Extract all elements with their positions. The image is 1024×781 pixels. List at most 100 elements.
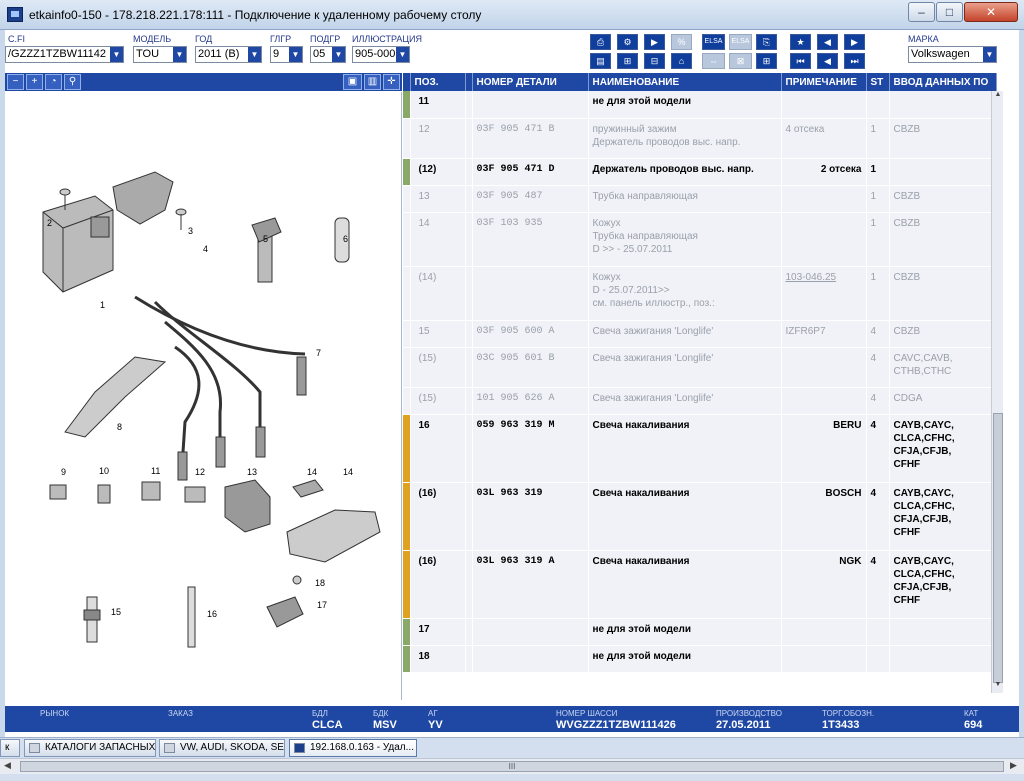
- callout-label[interactable]: 16: [207, 609, 217, 619]
- year-select[interactable]: 2011 (B) ▼: [195, 46, 262, 63]
- callout-label[interactable]: 3: [188, 226, 193, 236]
- callout-label[interactable]: 1: [100, 300, 105, 310]
- cell-name: Свеча накаливания: [588, 482, 782, 551]
- callout-label[interactable]: 14: [343, 467, 353, 477]
- table-row[interactable]: 16 059 963 319 M Свеча накаливания BERU 4 CAY…: [403, 414, 997, 483]
- zoom-out-icon[interactable]: −: [7, 74, 24, 90]
- table-row[interactable]: 12 03F 905 471 Bпружинный зажим Держатель…: [403, 118, 997, 159]
- table-row[interactable]: (15) 03C 905 601 B Свеча зажигания 'Longli…: [403, 347, 997, 388]
- copy-icon[interactable]: ⊠: [729, 53, 752, 69]
- cell-note[interactable]: 103-046.25: [781, 266, 867, 321]
- header-name[interactable]: НАИМЕНОВАНИЕ: [588, 73, 782, 91]
- key-icon[interactable]: ⊞: [617, 53, 638, 69]
- vertical-scrollbar[interactable]: ▲ ▼: [991, 91, 1003, 693]
- table-row[interactable]: 13 03F 905 487 Трубка направляющая 1 CBZB: [403, 185, 997, 213]
- callout-label[interactable]: 7: [316, 348, 321, 358]
- cart-icon[interactable]: ⎘: [756, 34, 777, 50]
- glgr-select[interactable]: 9 ▼: [270, 46, 303, 63]
- link-icon[interactable]: ⇔: [702, 53, 725, 69]
- print-icon[interactable]: ⎙: [590, 34, 611, 50]
- table-row[interactable]: 18 не для этой модели: [403, 645, 997, 673]
- search-icon[interactable]: ⚲: [64, 74, 81, 90]
- chevron-down-icon[interactable]: ▼: [332, 47, 345, 62]
- vin-field[interactable]: /GZZZ1TZBW11142 ▼: [5, 46, 124, 63]
- callout-label[interactable]: 13: [247, 467, 257, 477]
- settings-icon[interactable]: ⚙: [617, 34, 638, 50]
- header-note[interactable]: ПРИМЕЧАНИЕ: [781, 73, 867, 91]
- elsa-disabled-button[interactable]: ELSA: [729, 34, 752, 50]
- bottom-scroll-thumb[interactable]: III: [20, 761, 1004, 772]
- callout-label[interactable]: 4: [203, 244, 208, 254]
- scroll-up-icon[interactable]: ▲: [993, 91, 1003, 103]
- header-part-number[interactable]: НОМЕР ДЕТАЛИ: [472, 73, 589, 91]
- chevron-down-icon[interactable]: ▼: [173, 47, 186, 62]
- callout-label[interactable]: 11: [151, 466, 160, 476]
- back-icon[interactable]: ◀: [817, 53, 838, 69]
- zoom-in-icon[interactable]: +: [26, 74, 43, 90]
- table-view-icon[interactable]: ▥: [364, 74, 381, 90]
- ag-value: YV: [428, 719, 443, 731]
- illustration-select[interactable]: 905-000 ▼: [352, 46, 410, 63]
- table-row[interactable]: 14 03F 103 935 Кожух Трубка направляющая D…: [403, 212, 997, 267]
- percent-icon[interactable]: %: [671, 34, 692, 50]
- task-vw-audi[interactable]: VW, AUDI, SKODA, SEAT: [159, 739, 285, 757]
- table-row[interactable]: (12) 03F 905 471 D Держатель проводов выс.…: [403, 158, 997, 186]
- table-row[interactable]: 17 не для этой модели: [403, 618, 997, 646]
- next-page-icon[interactable]: ▶: [844, 34, 865, 50]
- window-titlebar[interactable]: etkainfo0-150 - 178.218.221.178:111 - По…: [0, 0, 1024, 30]
- table-row[interactable]: (16) 03L 963 319 A Свеча накаливания NGK 4 CA…: [403, 550, 997, 619]
- header-data-input[interactable]: ВВОД ДАННЫХ ПО: [889, 73, 997, 91]
- header-st[interactable]: ST: [866, 73, 890, 91]
- chevron-down-icon[interactable]: ▼: [289, 47, 302, 62]
- scroll-down-icon[interactable]: ▼: [993, 681, 1003, 693]
- task-catalogs[interactable]: КАТАЛОГИ ЗАПАСНЫХ ...: [24, 739, 156, 757]
- view-toggle-icon[interactable]: ▣: [343, 74, 362, 90]
- zoom-fit-icon[interactable]: ◔: [45, 74, 62, 90]
- brand-select[interactable]: Volkswagen ▼: [908, 46, 997, 63]
- prev-page-icon[interactable]: ◀: [817, 34, 838, 50]
- first-page-icon[interactable]: ⏮: [790, 53, 811, 69]
- task-remote-desktop[interactable]: 192.168.0.163 - Удал...: [289, 739, 417, 757]
- chevron-down-icon[interactable]: ▼: [396, 47, 409, 62]
- last-page-icon[interactable]: ⏭: [844, 53, 865, 69]
- scroll-thumb[interactable]: [993, 413, 1003, 683]
- callout-label[interactable]: 6: [343, 234, 348, 244]
- table-row[interactable]: (16) 03L 963 319 Свеча накаливания BOSCH 4 CA…: [403, 482, 997, 551]
- callout-label[interactable]: 18: [315, 578, 325, 588]
- callout-label[interactable]: 5: [263, 234, 268, 244]
- table-row[interactable]: (14) Кожух D - 25.07.2011>> см. панель ил…: [403, 266, 997, 321]
- chevron-down-icon[interactable]: ▼: [110, 47, 123, 62]
- model-select[interactable]: TOU ▼: [133, 46, 187, 63]
- callout-label[interactable]: 8: [117, 422, 122, 432]
- maximize-button[interactable]: □: [936, 2, 963, 22]
- callout-label[interactable]: 17: [317, 600, 327, 610]
- scroll-right-icon[interactable]: ▶: [1010, 760, 1017, 771]
- minimize-button[interactable]: –: [908, 2, 935, 22]
- car-icon[interactable]: ▶: [644, 34, 665, 50]
- callout-label[interactable]: 2: [47, 218, 52, 228]
- close-button[interactable]: ✕: [964, 2, 1018, 22]
- elsa-button[interactable]: ELSA: [702, 34, 725, 50]
- header-pos[interactable]: ПОЗ.: [410, 73, 466, 91]
- chevron-down-icon[interactable]: ▼: [983, 47, 996, 62]
- table-row[interactable]: (15) 101 905 626 A Свеча зажигания 'Longli…: [403, 387, 997, 415]
- table-row[interactable]: 11 не для этой модели: [403, 91, 997, 119]
- move-icon[interactable]: ✛: [383, 74, 400, 90]
- chevron-down-icon[interactable]: ▼: [248, 47, 261, 62]
- callout-label[interactable]: 15: [111, 607, 121, 617]
- car-side-icon[interactable]: ⊟: [644, 53, 665, 69]
- callout-label[interactable]: 12: [195, 467, 205, 477]
- pin-icon[interactable]: ★: [790, 34, 811, 50]
- scroll-left-icon[interactable]: ◀: [4, 760, 11, 771]
- callout-label[interactable]: 10: [99, 466, 109, 476]
- list-icon[interactable]: ▤: [590, 53, 611, 69]
- home-icon[interactable]: ⌂: [671, 53, 692, 69]
- podgr-select[interactable]: 05 ▼: [310, 46, 346, 63]
- basket-icon[interactable]: ⊞: [756, 53, 777, 69]
- callout-label[interactable]: 9: [61, 467, 66, 477]
- bottom-scrollbar[interactable]: ◀ III ▶: [0, 758, 1024, 774]
- task-item[interactable]: к: [0, 739, 20, 757]
- table-row[interactable]: 15 03F 905 600 A Свеча зажигания 'Longlife…: [403, 320, 997, 348]
- parts-illustration[interactable]: 1 2 3 4 5 6 7 8 9 10 11 12 13 14 14 15 1…: [5, 92, 402, 700]
- callout-label[interactable]: 14: [307, 467, 317, 477]
